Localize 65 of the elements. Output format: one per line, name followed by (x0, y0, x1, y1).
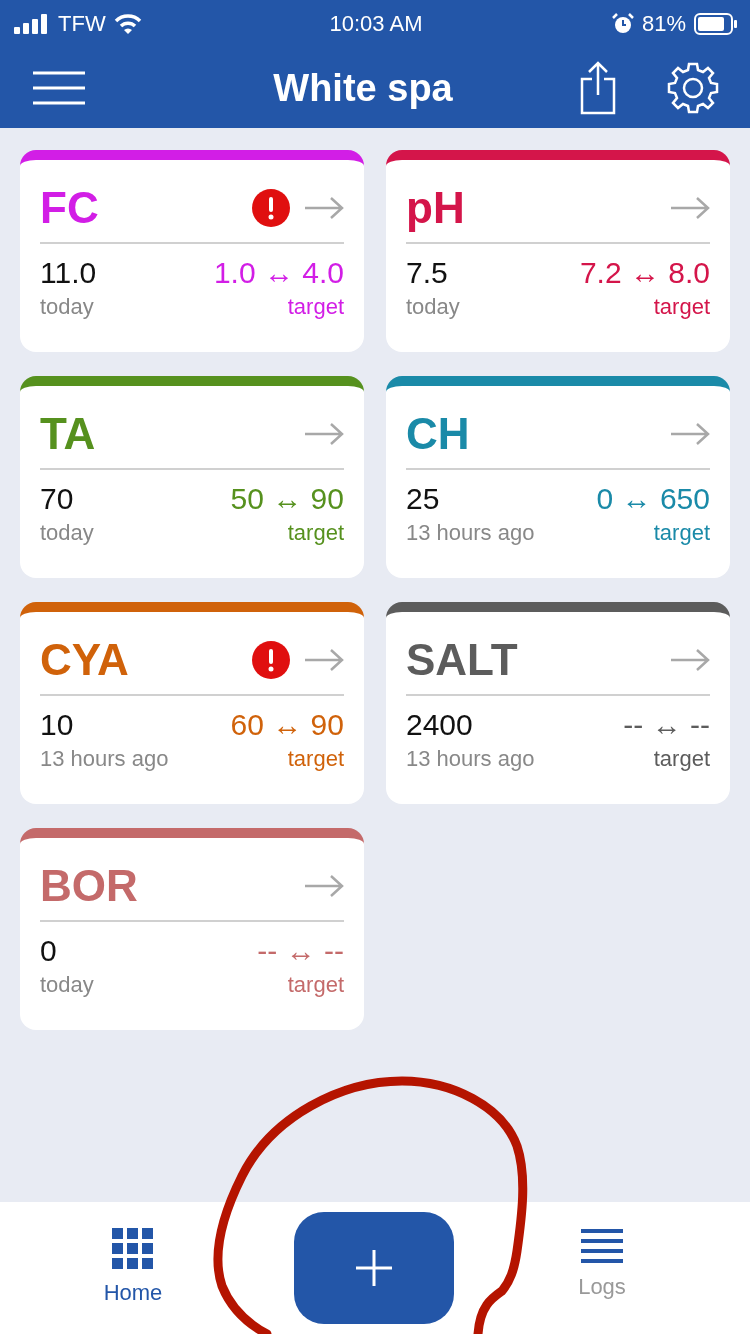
add-button[interactable] (294, 1212, 454, 1324)
target-range: -- ↔ -- (257, 934, 344, 968)
test-name: CYA (40, 635, 130, 685)
target-label: target (653, 520, 710, 546)
test-value: 2400 (406, 708, 473, 742)
test-time: 13 hours ago (406, 746, 535, 772)
target-range: 50 ↔ 90 (230, 482, 344, 516)
status-time: 10:03 AM (329, 11, 423, 37)
target-label: target (287, 294, 344, 320)
test-card[interactable]: CH 25 0 ↔ 650 13 hours ago target (386, 376, 730, 578)
carrier-name: TFW (58, 11, 106, 37)
test-value: 25 (406, 482, 440, 516)
arrow-icon[interactable] (304, 874, 344, 898)
menu-icon[interactable] (32, 71, 86, 105)
test-time: today (40, 520, 94, 546)
test-name: FC (40, 183, 100, 233)
battery-icon (694, 13, 738, 35)
arrow-icon[interactable] (670, 422, 710, 446)
arrow-icon[interactable] (304, 648, 344, 672)
test-value: 10 (40, 708, 74, 742)
test-card[interactable]: SALT 2400 -- ↔ -- 13 hours ago target (386, 602, 730, 804)
tab[interactable]: Home (0, 1212, 266, 1306)
test-card[interactable]: pH 7.5 7.2 ↔ 8.0 today target (386, 150, 730, 352)
grid-icon (112, 1228, 154, 1270)
test-time: 13 hours ago (40, 746, 169, 772)
alarm-icon (611, 13, 634, 35)
test-name: SALT (406, 635, 519, 685)
test-value: 0 (40, 934, 57, 968)
test-name: CH (406, 409, 471, 459)
test-time: today (40, 294, 94, 320)
test-card[interactable]: BOR 0 -- ↔ -- today target (20, 828, 364, 1030)
share-icon[interactable] (580, 61, 616, 115)
arrow-icon[interactable] (670, 648, 710, 672)
test-time: 13 hours ago (406, 520, 535, 546)
arrow-icon[interactable] (670, 196, 710, 220)
test-card[interactable]: CYA 10 60 ↔ 90 13 hours ago target (20, 602, 364, 804)
test-card[interactable]: TA 70 50 ↔ 90 today target (20, 376, 364, 578)
test-value: 7.5 (406, 256, 448, 290)
test-value: 70 (40, 482, 74, 516)
test-name: TA (40, 409, 97, 459)
test-time: today (406, 294, 460, 320)
signal-icon (14, 14, 50, 34)
wifi-icon (113, 13, 142, 35)
target-range: 1.0 ↔ 4.0 (213, 256, 344, 290)
target-label: target (653, 746, 710, 772)
target-range: 60 ↔ 90 (230, 708, 344, 742)
list-icon (581, 1228, 623, 1264)
arrow-icon[interactable] (304, 422, 344, 446)
target-label: target (287, 746, 344, 772)
target-range: 7.2 ↔ 8.0 (579, 256, 710, 290)
page-title: White spa (272, 66, 454, 110)
target-label: target (287, 972, 344, 998)
target-label: target (287, 520, 344, 546)
test-card[interactable]: FC 11.0 1.0 ↔ 4.0 today target (20, 150, 364, 352)
target-range: -- ↔ -- (623, 708, 710, 742)
plus-icon (354, 1248, 394, 1288)
battery-percent: 81% (641, 11, 686, 37)
target-range: 0 ↔ 650 (596, 482, 710, 516)
arrow-icon[interactable] (304, 196, 344, 220)
test-name: pH (406, 183, 466, 233)
test-value: 11.0 (40, 256, 97, 290)
test-name: BOR (40, 861, 139, 911)
test-time: today (40, 972, 94, 998)
settings-icon[interactable] (666, 61, 720, 115)
target-label: target (653, 294, 710, 320)
